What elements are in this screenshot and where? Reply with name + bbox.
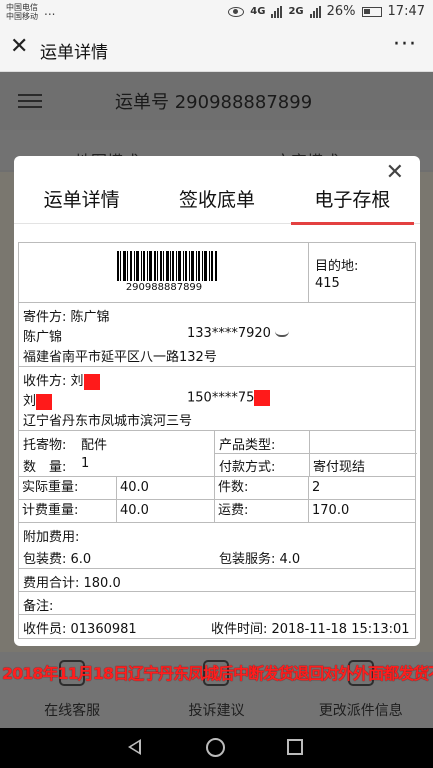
pieces-label: 件数: xyxy=(215,477,309,500)
status-icons: 4G 2G 26% 17:47 xyxy=(228,4,425,19)
barcode-number: 290988887899 xyxy=(125,282,203,293)
eye-closed-icon[interactable] xyxy=(275,326,289,341)
extra-fee-label: 附加费用: xyxy=(23,530,80,545)
collector-row: 收件员: 01360981 收件时间: 2018-11-18 15:13:01 xyxy=(19,615,415,638)
clock: 17:47 xyxy=(387,4,425,19)
goods-row: 托寄物: 配件 产品类型: 数 量: 1 付款方式: 寄付现结 xyxy=(19,431,417,477)
product-type-label: 产品类型: xyxy=(219,438,276,453)
remark-row: 备注: xyxy=(19,592,415,615)
grid-divider xyxy=(215,453,417,454)
receiver-name-line: 刘 xyxy=(23,390,53,410)
battery-percent: 26% xyxy=(326,4,356,19)
packing-fee: 包装费: 6.0 xyxy=(23,552,92,567)
actual-weight-label: 实际重量: xyxy=(19,477,117,500)
tab-sign-receipt[interactable]: 签收底单 xyxy=(149,178,284,223)
receiver-phone-line: 150****75 xyxy=(187,390,271,406)
red-watermark-text: 2018年11月18日辽宁丹东凤城后中断发货退回对外外面都发货不一台给退费 xyxy=(2,664,433,683)
signal-bars-2-icon xyxy=(309,5,321,18)
complaint-label: 投诉建议 xyxy=(188,703,245,719)
signal-2g-label: 2G xyxy=(288,6,304,17)
extra-fee-row: 附加费用: 包装费: 6.0 包装服务: 4.0 xyxy=(19,523,415,569)
collect-time: 收件时间: 2018-11-18 15:13:01 xyxy=(211,622,410,637)
goods-label: 托寄物: xyxy=(23,438,67,453)
signal-bars-icon xyxy=(271,5,283,18)
sender-row: 寄件方: 陈广锦 陈广锦 133****7920 福建省南平市延平区八一路132… xyxy=(19,303,415,367)
destination-value: 415 xyxy=(315,276,340,291)
carrier-labels: 中国电信 中国移动 xyxy=(6,3,38,21)
quantity-label: 数 量: xyxy=(23,460,67,475)
close-icon[interactable]: ✕ xyxy=(10,36,28,58)
order-number-title: 运单号 290988887899 xyxy=(115,92,313,113)
menu-icon xyxy=(18,94,42,108)
receiver-row: 收件方: 刘 刘 150****75 辽宁省丹东市凤城市滨河三号 xyxy=(19,367,415,431)
page-title: 运单详情 xyxy=(40,43,108,63)
collector: 收件员: 01360981 xyxy=(23,622,137,637)
total-fee: 费用合计: 180.0 xyxy=(23,576,121,591)
change-delivery-label: 更改派件信息 xyxy=(318,703,403,719)
actual-weight-value: 40.0 xyxy=(117,477,215,500)
payment-value: 寄付现结 xyxy=(313,460,366,475)
actual-weight-row: 实际重量: 40.0 件数: 2 xyxy=(19,477,415,500)
online-service-label: 在线客服 xyxy=(44,703,101,719)
carrier-telecom: 中国电信 xyxy=(6,3,38,12)
signal-4g-label: 4G xyxy=(250,6,266,17)
payment-label: 付款方式: xyxy=(219,460,276,475)
grid-divider xyxy=(309,431,310,477)
receiver-address: 辽宁省丹东市凤城市滨河三号 xyxy=(23,414,193,429)
destination-label: 目的地: xyxy=(315,259,359,274)
charge-weight-row: 计费重量: 40.0 运费: 170.0 xyxy=(19,500,415,523)
goods-value: 配件 xyxy=(81,438,108,453)
app-header: ✕ 运单详情 ··· xyxy=(0,26,433,72)
total-fee-row: 费用合计: 180.0 xyxy=(19,569,415,592)
waybill-modal: ✕ 运单详情 签收底单 电子存根 290988887899 目的地: 415 寄… xyxy=(14,156,420,646)
home-icon[interactable] xyxy=(206,738,225,757)
more-options-icon[interactable]: ··· xyxy=(393,32,417,57)
sender-address: 福建省南平市延平区八一路132号 xyxy=(23,350,217,365)
sender-phone: 133****7920 xyxy=(187,326,271,341)
receiver-name: 刘 xyxy=(23,394,37,409)
battery-icon xyxy=(361,6,382,17)
sender-name: 陈广锦 xyxy=(23,330,63,345)
pieces-value: 2 xyxy=(312,480,321,495)
eye-comfort-icon xyxy=(228,6,245,17)
modal-tabs: 运单详情 签收底单 电子存根 xyxy=(14,178,420,225)
freight-value: 170.0 xyxy=(312,503,350,518)
packing-service: 包装服务: 4.0 xyxy=(219,552,301,567)
remark-label: 备注: xyxy=(23,599,54,614)
navigation-bar xyxy=(0,728,433,768)
tab-electronic-stub[interactable]: 电子存根 xyxy=(285,178,420,225)
tab-waybill-detail[interactable]: 运单详情 xyxy=(14,178,149,223)
back-icon[interactable] xyxy=(128,739,141,755)
notification-dots: ... xyxy=(44,4,56,18)
redaction-block xyxy=(36,393,53,410)
carrier-mobile: 中国移动 xyxy=(6,12,38,21)
status-bar: 中国电信 中国移动 ... 4G 2G 26% 17:47 xyxy=(0,0,433,26)
quantity-value: 1 xyxy=(81,456,90,471)
barcode-row: 290988887899 目的地: 415 xyxy=(19,243,415,303)
receiver-label-line: 收件方: 刘 xyxy=(23,370,100,390)
freight-label: 运费: xyxy=(215,500,309,523)
charge-weight-label: 计费重量: xyxy=(19,500,117,523)
recents-icon[interactable] xyxy=(287,739,303,755)
barcode-icon xyxy=(117,251,217,281)
charge-weight-value: 40.0 xyxy=(117,500,215,523)
stub-table: 290988887899 目的地: 415 寄件方: 陈广锦 陈广锦 133**… xyxy=(18,242,417,639)
sender-label: 寄件方: 陈广锦 xyxy=(23,310,110,325)
redaction-block xyxy=(83,373,100,390)
barcode-cell: 290988887899 xyxy=(19,243,309,303)
redaction-block xyxy=(254,390,271,406)
receiver-phone: 150****75 xyxy=(187,390,255,406)
receiver-label: 收件方: 刘 xyxy=(23,374,84,389)
